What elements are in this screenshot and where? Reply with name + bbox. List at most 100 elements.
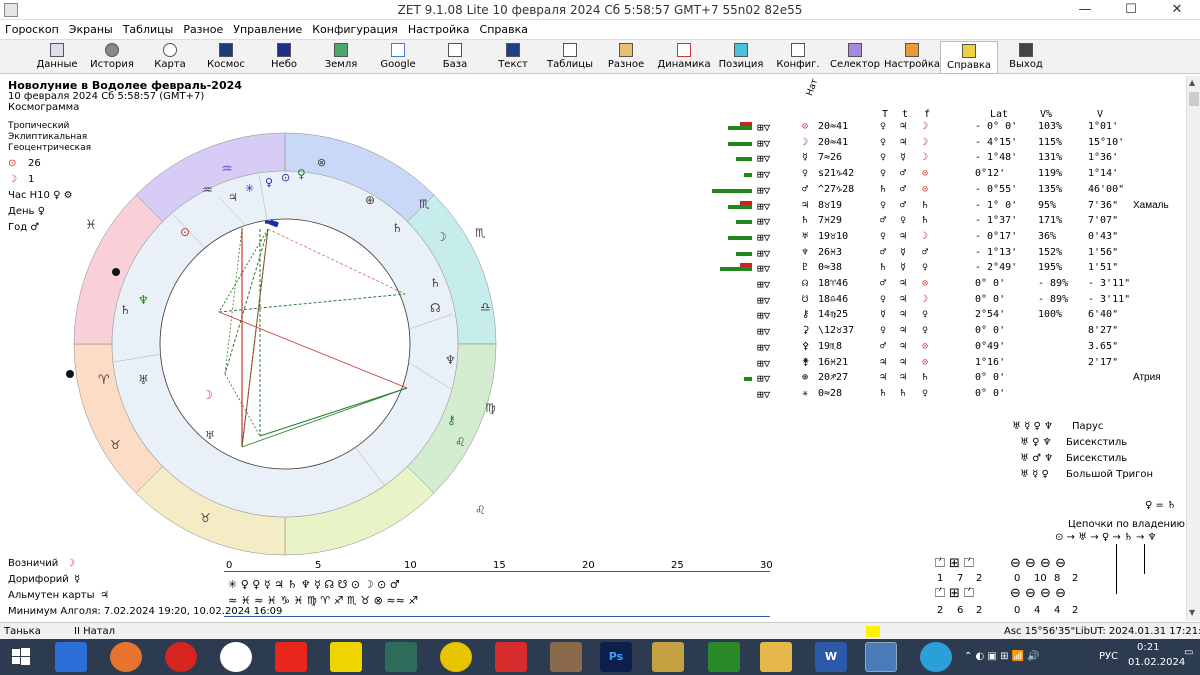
row-latitude: 0° 0' <box>975 387 1006 399</box>
row-status-icons: ⊞▽ <box>757 356 771 370</box>
sign-taurus2-icon: ♉ <box>200 511 211 525</box>
position-icon <box>734 43 748 57</box>
app-color-icon[interactable] <box>550 642 582 672</box>
menu-control[interactable]: Управление <box>228 20 307 36</box>
toolbar-config-button[interactable]: Конфиг. <box>769 41 827 74</box>
menu-settings[interactable]: Настройка <box>403 20 475 36</box>
row-latitude: - 0°17' <box>975 230 1018 242</box>
firefox-icon[interactable] <box>110 642 142 672</box>
toolbar-cosmos-button[interactable]: Космос <box>197 41 255 74</box>
toolbar-position-button[interactable]: Позиция <box>712 41 770 74</box>
maximize-button[interactable]: ☐ <box>1108 0 1154 20</box>
toolbar-base-button[interactable]: База <box>426 41 484 74</box>
row-position: 20♐27 <box>818 372 849 384</box>
misc-icon <box>619 43 633 57</box>
row-term-ruler: ♀ <box>880 230 887 242</box>
scroll-thumb[interactable] <box>1189 92 1199 106</box>
toolbar-selector-button[interactable]: Селектор <box>826 41 884 74</box>
row-triplicity-ruler: ☿ <box>900 262 907 274</box>
row-term-ruler: ♄ <box>880 183 887 195</box>
telegram-icon[interactable] <box>920 642 952 672</box>
yandex-browser-icon[interactable] <box>220 642 252 672</box>
scroll-up-icon[interactable]: ▲ <box>1189 78 1199 87</box>
windows-start-icon[interactable] <box>6 642 36 672</box>
row-planet-icon: ☿ <box>802 152 809 164</box>
toolbar-google-button[interactable]: Google <box>369 41 427 74</box>
menu-screens[interactable]: Экраны <box>64 20 118 36</box>
word-icon[interactable]: W <box>815 642 847 672</box>
toolbar-dynamics-button[interactable]: Динамика <box>655 41 713 74</box>
row-speed-percent: 119% <box>1038 168 1063 180</box>
sign-pisces-icon: ♓ <box>85 218 97 233</box>
row-planet-icon: ♂ <box>802 183 809 195</box>
ascendant-dot <box>112 268 120 276</box>
row-triplicity-ruler: ☿ <box>900 246 907 258</box>
cosmos-icon <box>219 43 233 57</box>
tray-time[interactable]: 0:21 <box>1137 642 1159 653</box>
sun-icon: ⊙ <box>8 158 17 169</box>
row-position: \12♉37 <box>818 325 855 337</box>
zet-active-icon[interactable] <box>865 642 897 672</box>
tables-icon <box>563 43 577 57</box>
row-speed-percent: 131% <box>1038 152 1063 164</box>
text-icon <box>506 43 520 57</box>
app-angular-icon[interactable] <box>495 642 527 672</box>
close-button[interactable]: ✕ <box>1154 0 1200 20</box>
yandex-icon[interactable] <box>275 642 307 672</box>
notifications-icon[interactable]: ▭ <box>1184 647 1193 658</box>
venus-chart-icon: ♀ <box>297 167 306 181</box>
app-tools-icon[interactable] <box>652 642 684 672</box>
app-s-icon[interactable] <box>440 642 472 672</box>
toolbar-tables-button[interactable]: Таблицы <box>541 41 599 74</box>
chiron-icon: ⚷ <box>447 413 456 427</box>
row-term-ruler: ♀ <box>880 168 887 180</box>
status-tab2[interactable]: II Натал <box>74 626 115 637</box>
row-status-icons: ⊞▽ <box>757 278 771 291</box>
menu-config[interactable]: Конфигурация <box>307 20 403 36</box>
toolbar-misc-button[interactable]: Разное <box>597 41 655 74</box>
app-green-icon[interactable] <box>708 642 740 672</box>
row-latitude: - 1°48' <box>975 152 1018 164</box>
row-planet-icon: ✳ <box>802 387 809 399</box>
row-face-ruler: ⊙ <box>922 340 929 352</box>
scroll-down-icon[interactable]: ▼ <box>1189 608 1199 617</box>
toolbar-exit-button[interactable]: Выход <box>997 41 1055 74</box>
toolbar-sky-button[interactable]: Небо <box>255 41 313 74</box>
count-bottom: 2 <box>1072 605 1079 616</box>
opera-icon[interactable] <box>165 642 197 672</box>
vertical-scrollbar[interactable]: ▲ ▼ <box>1186 76 1200 621</box>
tray-date[interactable]: 01.02.2024 <box>1128 657 1185 668</box>
toolbar-history-button[interactable]: История <box>83 41 141 74</box>
toolbar-data-button[interactable]: Данные <box>28 41 86 74</box>
menu-tables[interactable]: Таблицы <box>118 20 179 36</box>
menu-horoscope[interactable]: Гороскоп <box>0 20 64 36</box>
menu-help[interactable]: Справка <box>475 20 533 36</box>
table-header-vp: V% <box>1040 109 1053 120</box>
app-castle-icon[interactable] <box>385 642 417 672</box>
row-speed-percent: 135% <box>1038 183 1063 195</box>
toolbar-earth-button[interactable]: Земля <box>312 41 370 74</box>
row-speed-percent: - 89% <box>1038 293 1069 305</box>
degree-row-signs: ≈ ♓ ≈ ♓ ♑ ♓ ♍ ♈ ♐ ♏ ♉ ⊗ ≈≈ ♐ <box>228 594 419 607</box>
tray-language[interactable]: РУС <box>1099 651 1118 662</box>
astro-chart-wheel[interactable]: ♒ ♒ ♃ ✳ ♀ ⊙ ♀ ⊗ ⊕ ♏ ♄ ☽ ♏ ♄ ☊ ♎ ♆ ⚷ ♍ ♌ … <box>60 124 510 564</box>
row-speed-percent: 100% <box>1038 309 1063 321</box>
menu-misc[interactable]: Разное <box>178 20 228 36</box>
photoshop-icon[interactable]: Ps <box>600 642 632 672</box>
app-yellow-icon[interactable] <box>330 642 362 672</box>
toolbar-map-button[interactable]: Карта <box>141 41 199 74</box>
sign-leo-icon: ♌ <box>455 435 466 449</box>
toolbar-help-button[interactable]: Справка <box>940 41 998 74</box>
toolbar-text-button[interactable]: Текст <box>484 41 542 74</box>
row-position: ^27♑28 <box>818 183 855 195</box>
ie-icon[interactable] <box>55 642 87 672</box>
tray-icons[interactable]: ⌃ ◐ ▣ ⊞ 📶 🔊 <box>964 651 1040 662</box>
minimize-button[interactable]: — <box>1062 0 1108 20</box>
toolbar-settings-button[interactable]: Настройка <box>883 41 941 74</box>
status-tab1[interactable]: Танька <box>4 626 41 637</box>
part-icon: ⊗ <box>317 156 326 169</box>
row-speed: 1'51" <box>1088 262 1119 274</box>
file-explorer-icon[interactable] <box>760 642 792 672</box>
strength-bar <box>720 267 752 272</box>
status-asc: Asc 15°56'35"Lib <box>1004 626 1090 637</box>
